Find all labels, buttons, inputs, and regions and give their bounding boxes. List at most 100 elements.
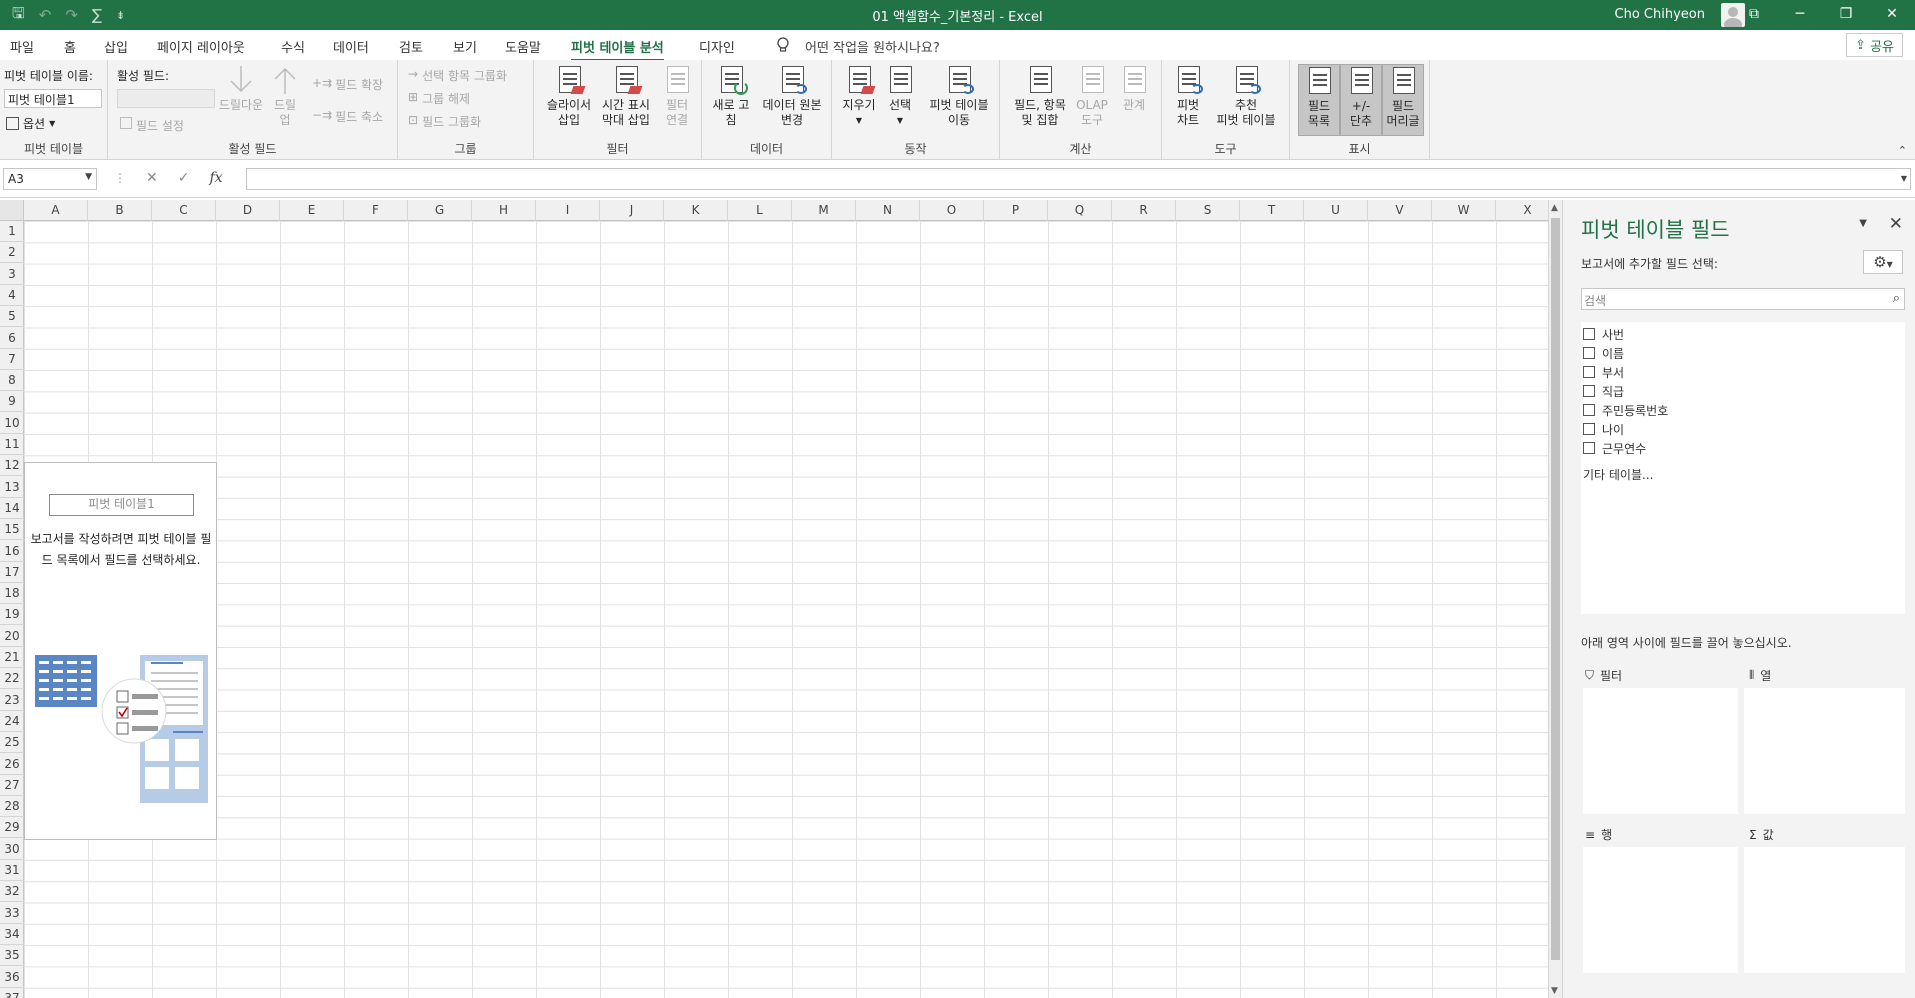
vertical-scrollbar[interactable]: ▲ ▼ <box>1548 200 1562 998</box>
field-checkbox[interactable] <box>1583 347 1595 359</box>
insert-timeline-button[interactable]: 시간 표시 막대 삽입 <box>596 64 656 128</box>
column-header[interactable]: W <box>1432 200 1496 221</box>
active-field-input[interactable] <box>117 89 215 108</box>
field-checkbox[interactable] <box>1583 385 1595 397</box>
scroll-down-icon[interactable]: ▼ <box>1551 986 1558 996</box>
ribbon-display-options-icon[interactable]: ⧉ <box>1731 0 1777 30</box>
column-header[interactable]: V <box>1368 200 1432 221</box>
fields-items-sets-button[interactable]: 필드, 항목 및 집합 <box>1010 64 1070 128</box>
row-header[interactable]: 32 <box>0 881 24 903</box>
row-header[interactable]: 5 <box>0 306 24 328</box>
field-item[interactable]: 주민등록번호 <box>1583 401 1668 419</box>
row-header[interactable]: 26 <box>0 754 24 775</box>
move-pivottable-button[interactable]: 피벗 테이블 이동 <box>922 64 996 128</box>
plus-minus-buttons-toggle[interactable]: +/- 단추 <box>1340 64 1382 136</box>
column-header[interactable]: R <box>1112 200 1176 221</box>
recommended-pivottables-button[interactable]: 추천 피벗 테이블 <box>1208 64 1284 128</box>
column-header[interactable]: C <box>152 200 216 221</box>
row-header[interactable]: 14 <box>0 498 24 519</box>
pivotchart-button[interactable]: 피벗 차트 <box>1170 64 1206 128</box>
minimize-icon[interactable]: ─ <box>1777 0 1823 30</box>
row-header[interactable]: 2 <box>0 242 24 264</box>
select-all-button[interactable] <box>0 200 24 221</box>
row-header[interactable]: 17 <box>0 562 24 583</box>
column-header[interactable]: E <box>280 200 344 221</box>
enter-icon[interactable]: ✓ <box>178 170 190 186</box>
tab-review[interactable]: 검토 <box>399 37 423 56</box>
insert-function-icon[interactable]: fx <box>209 170 222 186</box>
field-checkbox[interactable] <box>1583 328 1595 340</box>
tab-view[interactable]: 보기 <box>453 37 477 56</box>
scrollbar-thumb[interactable] <box>1551 218 1560 960</box>
row-header[interactable]: 16 <box>0 541 24 562</box>
row-header[interactable]: 27 <box>0 775 24 796</box>
close-icon[interactable]: ✕ <box>1889 214 1903 234</box>
field-checkbox[interactable] <box>1583 442 1595 454</box>
tab-design[interactable]: 디자인 <box>699 37 735 56</box>
row-header[interactable]: 23 <box>0 690 24 711</box>
field-item[interactable]: 부서 <box>1583 363 1624 381</box>
column-header[interactable]: L <box>728 200 792 221</box>
expand-field-button[interactable]: +⇉ 필드 확장 <box>312 76 383 93</box>
row-header[interactable]: 7 <box>0 349 24 370</box>
field-checkbox[interactable] <box>1583 404 1595 416</box>
relationships-button[interactable]: 관계 <box>1116 64 1152 113</box>
row-header[interactable]: 25 <box>0 732 24 754</box>
row-header[interactable]: 15 <box>0 519 24 541</box>
chevron-down-icon[interactable]: ▼ <box>1859 218 1867 229</box>
tab-data[interactable]: 데이터 <box>333 37 369 56</box>
field-settings-button[interactable]: 필드 설정 <box>120 117 184 134</box>
change-data-source-button[interactable]: 데이터 원본 변경 <box>756 64 828 128</box>
row-header[interactable]: 10 <box>0 413 24 434</box>
ungroup-button[interactable]: ⊞ 그룹 해제 <box>408 90 470 107</box>
column-header[interactable]: B <box>88 200 152 221</box>
column-header[interactable]: Q <box>1048 200 1112 221</box>
row-header[interactable]: 24 <box>0 711 24 732</box>
column-header[interactable]: G <box>408 200 472 221</box>
column-header[interactable]: U <box>1304 200 1368 221</box>
row-header[interactable]: 30 <box>0 839 24 860</box>
cancel-icon[interactable]: ✕ <box>146 170 158 186</box>
tell-me-search[interactable]: 어떤 작업을 원하시나요? <box>805 37 940 56</box>
field-checkbox[interactable] <box>1583 366 1595 378</box>
restore-icon[interactable]: ❐ <box>1823 0 1869 30</box>
tools-button[interactable]: ⚙▼ <box>1863 250 1903 274</box>
insert-slicer-button[interactable]: 슬라이서 삽입 <box>542 64 596 128</box>
filters-drop-zone[interactable] <box>1583 688 1738 814</box>
column-header[interactable]: N <box>856 200 920 221</box>
field-item[interactable]: 직급 <box>1583 382 1624 400</box>
row-header[interactable]: 29 <box>0 817 24 839</box>
column-header[interactable]: M <box>792 200 856 221</box>
pivot-placeholder[interactable]: 피벗 테이블1 보고서를 작성하려면 피벗 테이블 필드 목록에서 필드를 선택… <box>24 462 217 840</box>
row-header[interactable]: 19 <box>0 604 24 626</box>
collapse-field-button[interactable]: −⇉ 필드 축소 <box>312 108 383 125</box>
rows-drop-zone[interactable] <box>1583 847 1738 973</box>
more-tables-link[interactable]: 기타 테이블... <box>1583 466 1653 483</box>
row-header[interactable]: 34 <box>0 924 24 945</box>
column-header[interactable]: F <box>344 200 408 221</box>
group-field-button[interactable]: ⊡ 필드 그룹화 <box>408 113 481 130</box>
row-header[interactable]: 18 <box>0 583 24 605</box>
tab-formulas[interactable]: 수식 <box>281 37 305 56</box>
scroll-up-icon[interactable]: ▲ <box>1551 203 1558 213</box>
tab-page-layout[interactable]: 페이지 레이아웃 <box>157 37 245 56</box>
cells-area[interactable] <box>24 221 1548 998</box>
field-item[interactable]: 근무연수 <box>1583 439 1646 457</box>
tab-home[interactable]: 홈 <box>64 37 76 56</box>
row-header[interactable]: 33 <box>0 903 24 924</box>
column-header[interactable]: T <box>1240 200 1304 221</box>
row-header[interactable]: 31 <box>0 860 24 881</box>
row-header[interactable]: 21 <box>0 647 24 668</box>
drill-up-button[interactable]: 드릴 업 <box>268 64 302 128</box>
column-header[interactable]: K <box>664 200 728 221</box>
row-header[interactable]: 20 <box>0 626 24 647</box>
field-item[interactable]: 나이 <box>1583 420 1624 438</box>
values-drop-zone[interactable] <box>1744 847 1905 973</box>
row-header[interactable]: 8 <box>0 370 24 392</box>
field-item[interactable]: 사번 <box>1583 325 1624 343</box>
column-header[interactable]: A <box>24 200 88 221</box>
columns-drop-zone[interactable] <box>1744 688 1905 814</box>
select-button[interactable]: 선택 ▼ <box>880 64 920 128</box>
row-header[interactable]: 9 <box>0 391 24 413</box>
row-header[interactable]: 35 <box>0 945 24 967</box>
